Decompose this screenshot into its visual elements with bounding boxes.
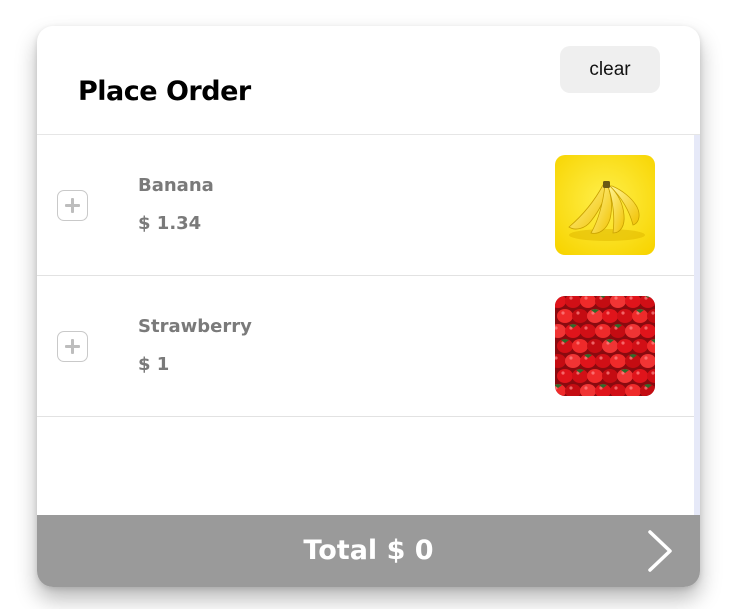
chevron-right-icon[interactable] (642, 529, 676, 573)
product-list[interactable]: Banana $ 1.34 Strawberry $ 1 (37, 135, 700, 515)
page-title: Place Order (78, 76, 251, 107)
item-price: $ 1.34 (138, 213, 202, 234)
strawberry-image (555, 296, 655, 396)
add-item-button[interactable] (57, 331, 88, 362)
list-item: Strawberry $ 1 (37, 276, 694, 417)
item-name: Banana (138, 175, 214, 196)
scrollbar[interactable] (694, 135, 700, 515)
list-item: Banana $ 1.34 (37, 135, 694, 276)
checkout-bar[interactable]: Total $ 0 (37, 515, 700, 587)
item-name: Strawberry (138, 316, 252, 337)
add-item-button[interactable] (57, 190, 88, 221)
total-label: Total $ 0 (303, 535, 434, 566)
clear-button[interactable]: clear (560, 46, 660, 93)
order-header: Place Order clear (37, 26, 700, 135)
item-price: $ 1 (138, 354, 170, 375)
order-card: Place Order clear Banana $ 1.34 Strawber… (37, 26, 700, 587)
banana-image (555, 155, 655, 255)
